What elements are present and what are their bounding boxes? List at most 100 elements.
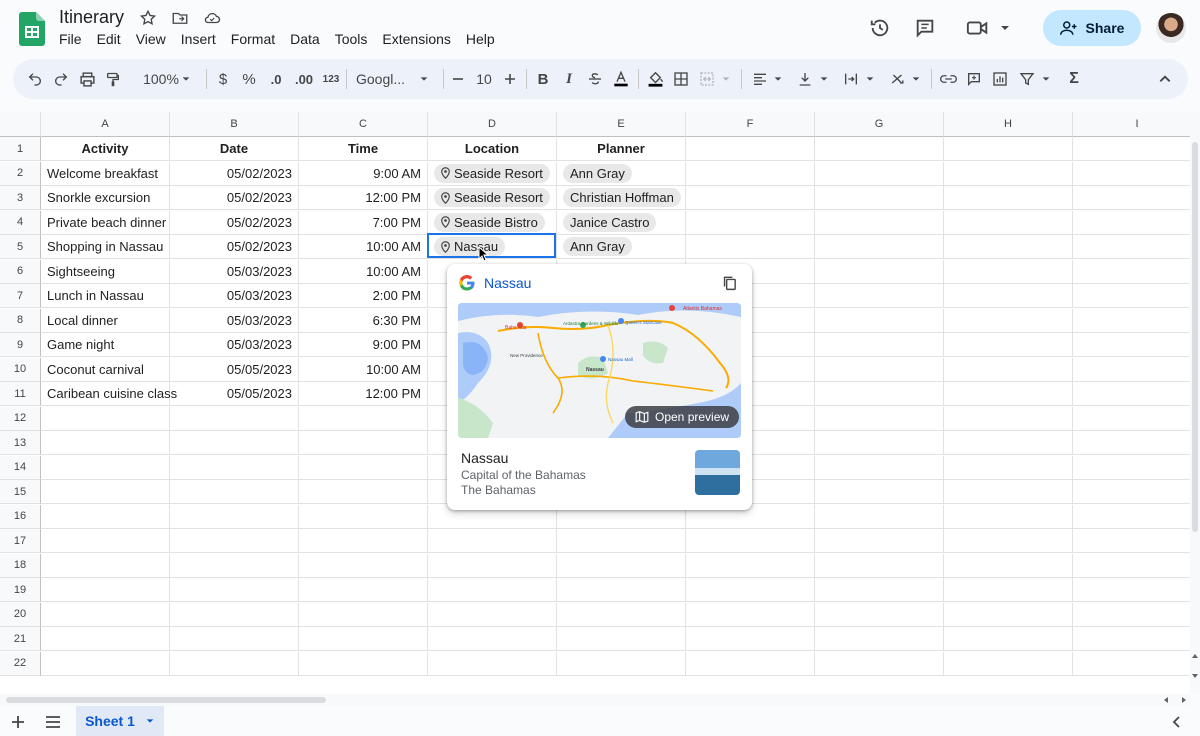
cell[interactable]: Welcome breakfast xyxy=(41,161,170,186)
insert-comment-icon[interactable] xyxy=(963,59,985,99)
cell[interactable] xyxy=(944,627,1073,651)
cell[interactable] xyxy=(944,455,1073,480)
cell[interactable]: Seaside Resort xyxy=(428,161,557,186)
cell[interactable] xyxy=(944,553,1073,578)
table-header-cell[interactable]: Activity xyxy=(41,137,170,161)
cell[interactable]: 05/05/2023 xyxy=(170,357,299,382)
menu-help[interactable]: Help xyxy=(466,31,495,47)
bold-button[interactable]: B xyxy=(532,59,554,99)
cell[interactable] xyxy=(944,406,1073,431)
horizontal-scrollbar[interactable] xyxy=(0,694,1190,706)
cell[interactable] xyxy=(41,480,170,504)
cell[interactable] xyxy=(686,235,815,259)
cell[interactable] xyxy=(1073,480,1190,504)
increase-decimal-button[interactable]: .00 xyxy=(291,59,317,99)
table-header-cell[interactable]: Time xyxy=(299,137,428,161)
cell[interactable] xyxy=(815,504,944,529)
cell[interactable]: 05/02/2023 xyxy=(170,235,299,259)
row-header[interactable]: 22 xyxy=(0,651,41,676)
row-header[interactable]: 15 xyxy=(0,480,41,504)
cell[interactable]: Janice Castro xyxy=(557,210,686,235)
row-header[interactable]: 7 xyxy=(0,284,41,308)
cell[interactable]: 6:30 PM xyxy=(299,308,428,333)
cell[interactable]: 05/03/2023 xyxy=(170,308,299,333)
cell[interactable] xyxy=(170,553,299,578)
cell[interactable] xyxy=(41,504,170,529)
row-header[interactable]: 21 xyxy=(0,627,41,651)
column-header-b[interactable]: B xyxy=(170,112,299,137)
cell[interactable] xyxy=(170,480,299,504)
cell[interactable] xyxy=(428,627,557,651)
menu-file[interactable]: File xyxy=(59,31,82,47)
cell[interactable] xyxy=(299,651,428,676)
cell[interactable] xyxy=(686,627,815,651)
cell[interactable] xyxy=(815,186,944,210)
table-header-cell[interactable]: Location xyxy=(428,137,557,161)
place-photo[interactable] xyxy=(695,450,740,495)
cell[interactable]: Ann Gray xyxy=(557,161,686,186)
copy-icon[interactable] xyxy=(721,274,738,292)
cell[interactable] xyxy=(557,553,686,578)
cell[interactable] xyxy=(944,137,1073,161)
cell[interactable] xyxy=(1073,627,1190,651)
cell[interactable]: 05/02/2023 xyxy=(170,186,299,210)
menu-insert[interactable]: Insert xyxy=(181,31,216,47)
cell[interactable] xyxy=(944,308,1073,333)
cell[interactable]: Game night xyxy=(41,333,170,357)
cell[interactable] xyxy=(170,602,299,627)
person-chip[interactable]: Janice Castro xyxy=(563,212,657,232)
font-size-input[interactable]: 10 xyxy=(471,59,497,99)
cell[interactable] xyxy=(686,210,815,235)
cell[interactable] xyxy=(944,529,1073,553)
cell[interactable]: Caribean cuisine class xyxy=(41,382,177,406)
filter-icon[interactable] xyxy=(1016,59,1038,99)
cell[interactable] xyxy=(428,578,557,602)
increase-font-size-icon[interactable] xyxy=(501,59,519,99)
cell[interactable] xyxy=(815,651,944,676)
cell[interactable] xyxy=(815,480,944,504)
star-icon[interactable] xyxy=(138,8,158,28)
row-header[interactable]: 19 xyxy=(0,578,41,602)
cell[interactable] xyxy=(944,333,1073,357)
cell[interactable]: 2:00 PM xyxy=(299,284,428,308)
row-header[interactable]: 12 xyxy=(0,406,41,431)
cell[interactable]: 05/03/2023 xyxy=(170,259,299,284)
undo-icon[interactable] xyxy=(23,59,47,99)
cell[interactable] xyxy=(1073,162,1190,186)
borders-icon[interactable] xyxy=(670,59,692,99)
horizontal-align-dropdown-icon[interactable] xyxy=(771,59,785,99)
cell[interactable] xyxy=(299,480,428,504)
cell[interactable] xyxy=(815,529,944,553)
horizontal-align-icon[interactable] xyxy=(749,59,771,99)
cell[interactable] xyxy=(1073,186,1190,210)
cell[interactable] xyxy=(1073,137,1190,161)
cell[interactable] xyxy=(815,382,944,406)
row-header[interactable]: 6 xyxy=(0,259,41,284)
person-chip[interactable]: Ann Gray xyxy=(563,163,632,183)
cell[interactable] xyxy=(299,627,428,651)
strikethrough-icon[interactable] xyxy=(584,59,606,99)
cell[interactable] xyxy=(428,602,557,627)
cell[interactable] xyxy=(1073,529,1190,553)
cell[interactable] xyxy=(557,529,686,553)
merge-dropdown-icon[interactable] xyxy=(719,59,733,99)
cell[interactable] xyxy=(170,406,299,431)
cell[interactable] xyxy=(944,357,1073,382)
decrease-font-size-icon[interactable] xyxy=(449,59,467,99)
add-sheet-icon[interactable] xyxy=(11,715,25,729)
paint-format-icon[interactable] xyxy=(101,59,125,99)
cell[interactable] xyxy=(557,651,686,676)
cell[interactable]: 10:00 AM xyxy=(299,357,428,382)
currency-format-button[interactable]: $ xyxy=(213,59,233,99)
cell[interactable] xyxy=(299,431,428,455)
cell[interactable]: 10:00 AM xyxy=(299,259,428,284)
text-rotation-dropdown-icon[interactable] xyxy=(909,59,923,99)
cell[interactable] xyxy=(299,602,428,627)
cell[interactable] xyxy=(815,553,944,578)
cell[interactable] xyxy=(686,186,815,210)
map-preview[interactable]: Atlantis Bahamas Baha Mar Ardastra Garde… xyxy=(458,303,741,438)
merge-cells-icon[interactable] xyxy=(696,59,718,99)
menu-view[interactable]: View xyxy=(136,31,166,47)
scroll-left-icon[interactable] xyxy=(1162,696,1170,704)
cell[interactable] xyxy=(299,578,428,602)
